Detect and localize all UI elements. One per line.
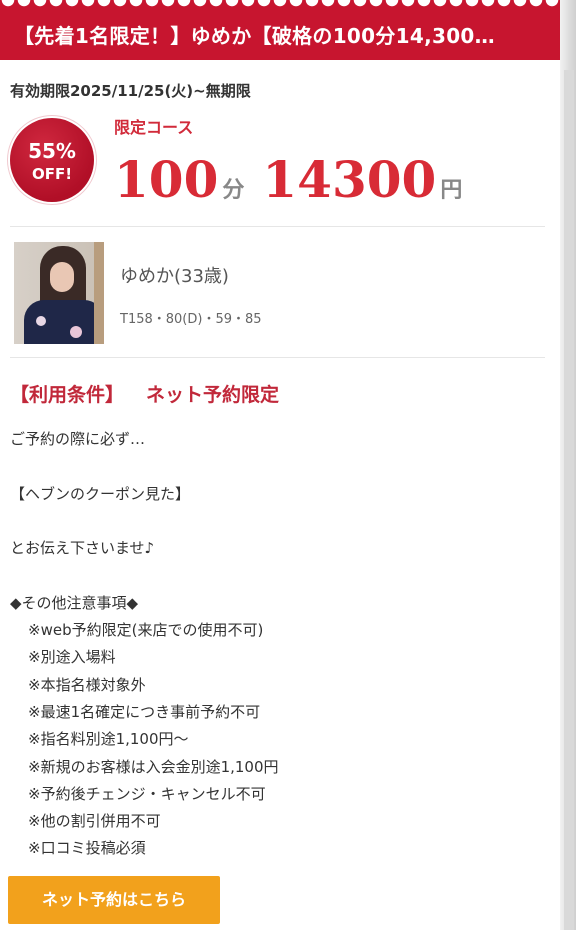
course-label: 限定コース: [114, 118, 194, 137]
condition-line: ◆その他注意事項◆: [10, 593, 139, 612]
ticket-scallop-edge: [0, 0, 560, 12]
divider-top: [10, 226, 545, 227]
condition-line: とお伝え下さいませ♪: [10, 539, 155, 558]
coupon-title[interactable]: 【先着1名限定！】ゆめか【破格の100分14,300…: [0, 12, 560, 60]
condition-line: ※予約後チェンジ・キャンセル不可: [28, 784, 266, 803]
profile-photo[interactable]: [14, 242, 104, 344]
condition-line: ※web予約限定(来店での使用不可): [28, 621, 264, 640]
photo-background-rail: [94, 242, 104, 344]
side-scroll-strip: [560, 0, 576, 930]
price-value: 14300: [262, 150, 437, 209]
condition-line: 【ヘブンのクーポン見た】: [10, 484, 191, 503]
condition-line: ※新規のお客様は入会金別途1,100円: [28, 757, 279, 776]
condition-line: ※本指名様対象外: [28, 675, 146, 694]
net-reserve-button[interactable]: ネット予約はこちら: [8, 876, 220, 924]
discount-percent: 55%: [28, 139, 76, 163]
validity-period: 有効期限2025/11/25(火)~無期限: [10, 82, 251, 100]
condition-line: ※指名料別途1,100円〜: [28, 730, 189, 749]
price-unit: 円: [440, 178, 463, 203]
condition-line: ※別途入場料: [28, 648, 116, 667]
divider-middle: [10, 357, 545, 358]
duration-value: 100: [114, 150, 219, 209]
condition-line: ご予約の際に必ず…: [10, 430, 146, 448]
photo-flower-pattern: [36, 316, 46, 326]
conditions-title-right: ネット予約限定: [146, 384, 280, 406]
condition-line: [10, 508, 530, 535]
profile-name[interactable]: ゆめか(33歳): [120, 262, 229, 288]
conditions-title: 【利用条件】 ネット予約限定: [10, 380, 279, 407]
conditions-title-left: 【利用条件】: [10, 384, 125, 406]
discount-off-label: OFF!: [31, 165, 73, 183]
photo-flower-pattern: [70, 326, 82, 338]
condition-line: [10, 562, 530, 589]
condition-line: ※口コミ投稿必須: [28, 839, 146, 858]
conditions-body: ご予約の際に必ず… 【ヘブンのクーポン見た】 とお伝え下さいませ♪ ◆その他注意…: [10, 426, 530, 863]
condition-line: [10, 453, 530, 480]
side-strip-shade: [564, 70, 574, 930]
coupon-page: 【先着1名限定！】ゆめか【破格の100分14,300… 有効期限2025/11/…: [0, 0, 576, 930]
duration-unit: 分: [222, 178, 245, 203]
condition-line: ※最速1名確定につき事前予約不可: [28, 702, 261, 721]
price-row: 100 分 14300 円: [114, 150, 480, 210]
discount-badge: 55% OFF!: [10, 118, 94, 202]
profile-sizes: T158・80(D)・59・85: [120, 312, 262, 327]
photo-face-shape: [50, 262, 74, 292]
condition-line: ※他の割引併用不可: [28, 812, 161, 831]
